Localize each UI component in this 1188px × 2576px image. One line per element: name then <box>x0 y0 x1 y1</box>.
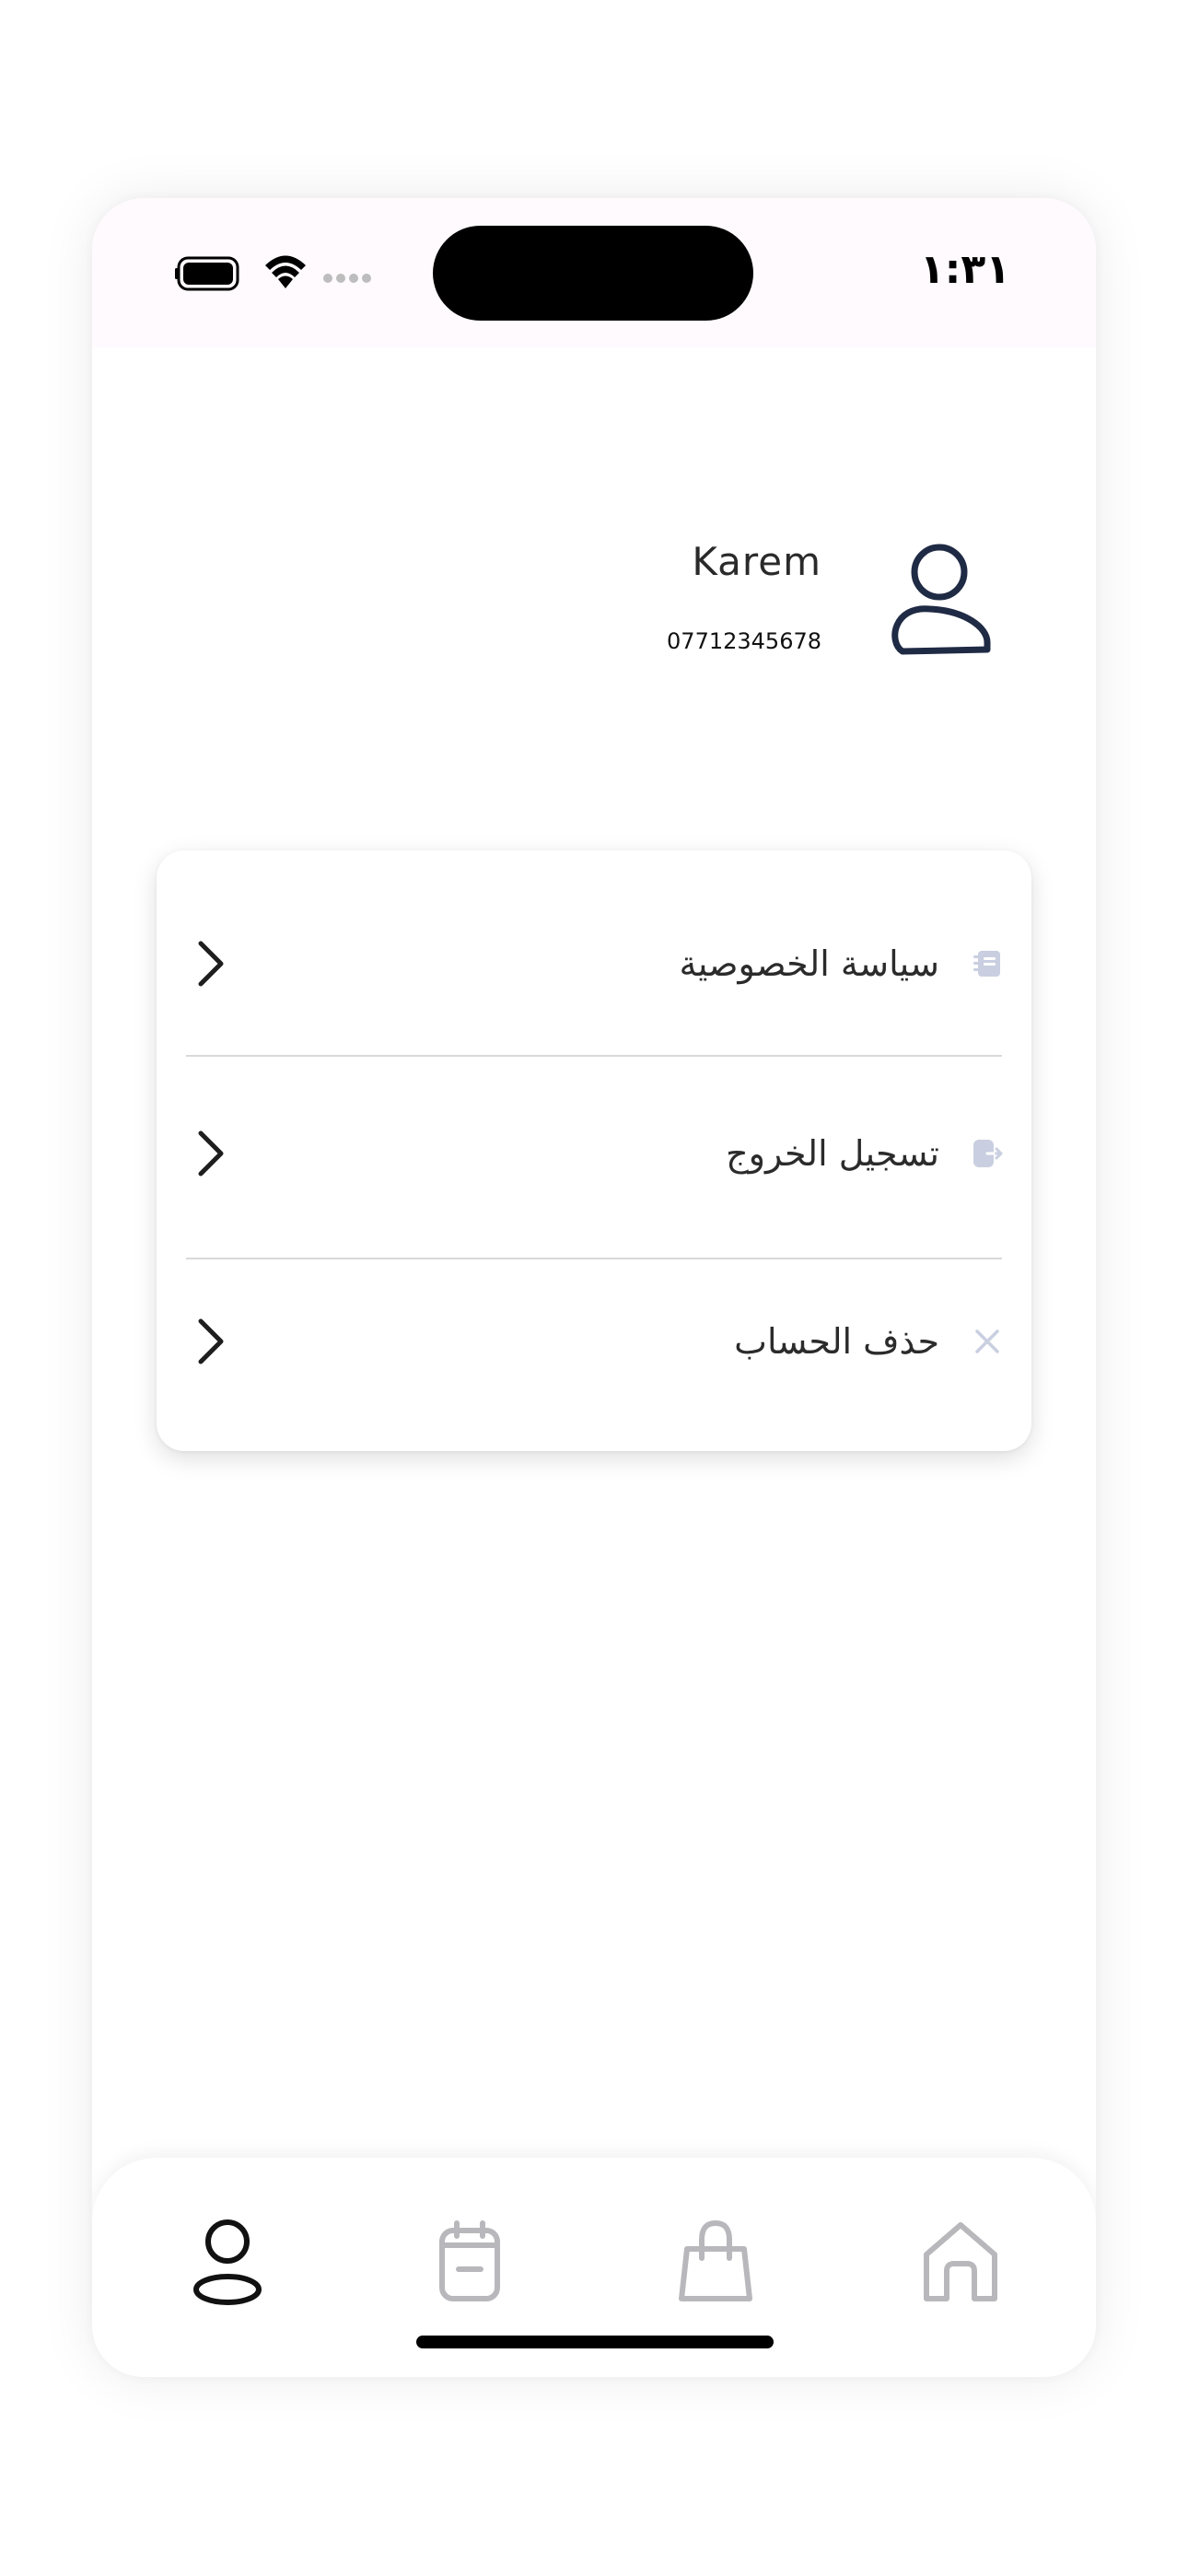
signal-icon <box>323 274 371 283</box>
logout-icon <box>973 1139 1003 1167</box>
nav-item-profile[interactable] <box>172 2218 283 2310</box>
battery-icon <box>175 256 239 291</box>
clipboard-icon <box>439 2220 500 2301</box>
menu-item-label: تسجيل الخروج <box>726 1132 939 1174</box>
dynamic-island <box>433 226 753 321</box>
status-bar: ١:٣١ <box>92 198 1096 347</box>
menu-item-label: سياسة الخصوصية <box>679 943 939 984</box>
settings-menu: سياسة الخصوصية تسجيل الخروج حذف الحساب <box>157 850 1031 1451</box>
shopping-bag-icon <box>679 2219 752 2301</box>
status-icons <box>175 252 396 294</box>
status-time: ١:٣١ <box>919 246 1011 293</box>
nav-item-cart[interactable] <box>660 2218 771 2310</box>
phone-screen: ١:٣١ Karem 07712345678 سياسة الخصوصية تس… <box>92 198 1096 2377</box>
menu-item-logout[interactable]: تسجيل الخروج <box>157 1059 1031 1247</box>
profile-name: Karem <box>692 539 821 584</box>
profile-phone: 07712345678 <box>667 628 821 654</box>
bottom-nav <box>92 2158 1096 2377</box>
chevron-right-icon <box>198 1130 224 1176</box>
menu-item-privacy-policy[interactable]: سياسة الخصوصية <box>157 869 1031 1058</box>
nav-item-orders[interactable] <box>414 2218 525 2310</box>
wifi-icon <box>265 255 306 288</box>
divider <box>186 1055 1002 1057</box>
user-icon <box>193 2219 262 2305</box>
home-icon <box>924 2222 997 2301</box>
privacy-policy-icon <box>973 950 1000 977</box>
user-icon <box>891 544 991 655</box>
menu-item-label: حذف الحساب <box>734 1320 939 1362</box>
menu-item-delete-account[interactable]: حذف الحساب <box>157 1247 1031 1435</box>
chevron-right-icon <box>198 1318 224 1364</box>
close-icon <box>975 1329 999 1353</box>
nav-item-home[interactable] <box>905 2218 1016 2310</box>
chevron-right-icon <box>198 941 224 986</box>
home-indicator <box>416 2336 774 2348</box>
